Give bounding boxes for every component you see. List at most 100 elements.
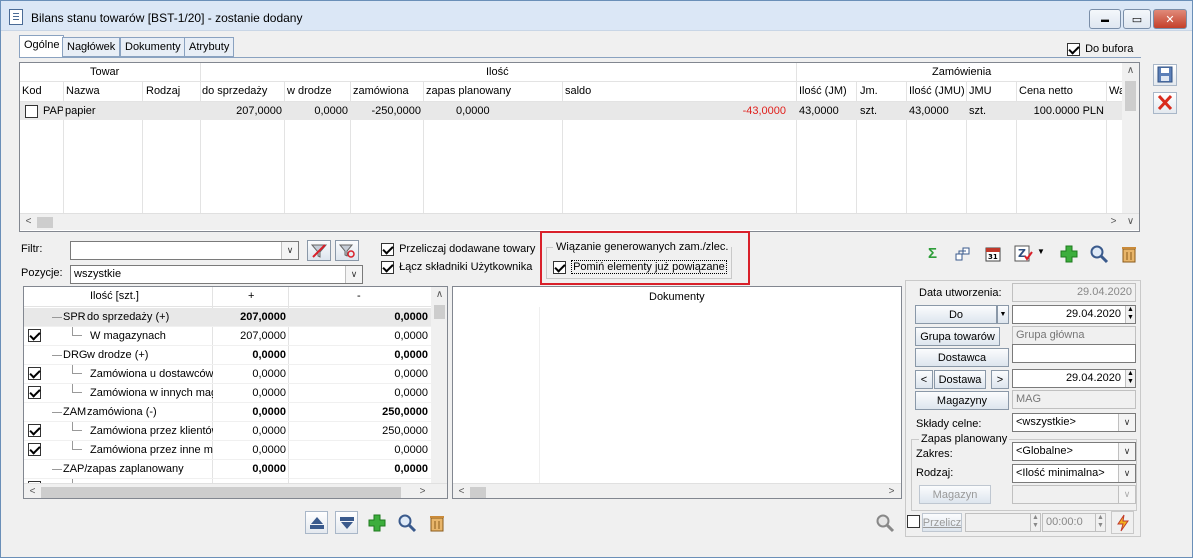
clear-filter-button[interactable]	[307, 240, 331, 261]
add-document-button[interactable]	[365, 511, 388, 534]
scroll-left-icon[interactable]: <	[453, 486, 470, 497]
column-header-ilosc-jm[interactable]: Ilość (JM)	[799, 85, 847, 97]
dostawca-field[interactable]	[1012, 344, 1136, 363]
do-bufora-checkbox[interactable]: Do bufora	[1067, 43, 1133, 56]
tree-row[interactable]: Zamówiona w innych maga 0,0000 0,0000	[24, 384, 431, 403]
chevron-down-icon[interactable]: ∨	[281, 242, 298, 259]
lacz-check[interactable]	[381, 261, 394, 274]
tree-row-checkbox[interactable]	[28, 386, 41, 399]
do-bufora-check[interactable]	[1067, 43, 1080, 56]
delete-document-button[interactable]	[425, 511, 448, 534]
dostawca-button[interactable]: Dostawca	[915, 348, 1009, 367]
column-header-zamowiona[interactable]: zamówiona	[353, 85, 409, 97]
do-dropdown-icon[interactable]: ▼	[997, 305, 1009, 324]
items-grid[interactable]: Towar Ilość Zamówienia Kod Nazwa Rodzaj …	[19, 62, 1140, 232]
tree-row-checkbox[interactable]	[28, 329, 41, 342]
generate-order-button[interactable]: Z	[1011, 242, 1034, 265]
column-header-jmu[interactable]: JMU	[969, 85, 992, 97]
tree-row[interactable]: Zamówiona przez inne mag 0,0000 0,0000	[24, 441, 431, 460]
przeliczaj-checkbox[interactable]: Przeliczaj dodawane towary	[381, 243, 535, 256]
column-header-ilosc-jmu[interactable]: Ilość (JMU)	[909, 85, 965, 97]
chevron-down-icon[interactable]: ∨	[1118, 414, 1135, 431]
move-down-button[interactable]	[335, 511, 358, 534]
documents-search-button[interactable]	[873, 511, 896, 534]
lacz-checkbox[interactable]: Łącz składniki Użytkownika	[381, 261, 532, 274]
dostawa-next-button[interactable]: >	[991, 370, 1009, 389]
scroll-left-icon[interactable]: <	[20, 216, 37, 227]
sklady-celne-select[interactable]: <wszystkie> ∨	[1012, 413, 1136, 432]
scroll-up-icon[interactable]: ∧	[1122, 65, 1139, 76]
column-header-w-drodze[interactable]: w drodze	[287, 85, 332, 97]
grid-horizontal-scrollbar[interactable]: < > ∨	[20, 213, 1139, 230]
row-select-checkbox[interactable]	[25, 105, 38, 118]
column-header-zapas-planowany[interactable]: zapas planowany	[426, 85, 511, 97]
preview-document-button[interactable]	[395, 511, 418, 534]
scroll-thumb[interactable]	[41, 487, 401, 498]
przelicz-button[interactable]: Przelicz	[922, 513, 962, 532]
dostawa-date-field[interactable]: 29.04.2020 ▲ ▼	[1012, 369, 1136, 388]
column-header-kod[interactable]: Kod	[22, 85, 42, 97]
column-header-nazwa[interactable]: Nazwa	[66, 85, 100, 97]
pozycje-select[interactable]: wszystkie ∨	[70, 265, 363, 284]
tree-row[interactable]: ZAM zamówiona (-) 0,0000 250,0000	[24, 403, 431, 422]
documents-horizontal-scrollbar[interactable]: < >	[453, 483, 901, 498]
scroll-right-icon[interactable]: >	[414, 486, 431, 497]
column-header-jm[interactable]: Jm.	[860, 85, 878, 97]
recalculate-button[interactable]	[1111, 511, 1134, 534]
chevron-down-icon[interactable]: ∨	[345, 266, 362, 283]
tab-ogolne[interactable]: Ogólne	[19, 35, 65, 58]
close-button[interactable]: ✕	[1153, 9, 1187, 29]
move-up-button[interactable]	[305, 511, 328, 534]
tree-row-checkbox[interactable]	[28, 367, 41, 380]
scroll-right-icon[interactable]: >	[1105, 216, 1122, 227]
maximize-button[interactable]: ▭	[1123, 9, 1151, 29]
column-header-rodzaj[interactable]: Rodzaj	[146, 85, 180, 97]
scroll-thumb[interactable]	[37, 217, 53, 228]
balance-tree-grid[interactable]: Ilość [szt.] + - SPR do sprzedaży (+) 207,…	[23, 286, 448, 499]
scroll-up-icon[interactable]: ∧	[431, 289, 447, 300]
scroll-thumb[interactable]	[1125, 81, 1136, 111]
scroll-left-icon[interactable]: <	[24, 486, 41, 497]
przelicz-check[interactable]	[907, 515, 920, 528]
dostawa-prev-button[interactable]: <	[915, 370, 933, 389]
calendar-button[interactable]: 31	[981, 242, 1004, 265]
przelicz-checkbox[interactable]	[907, 515, 920, 528]
tree-row[interactable]: Zamówiona u dostawców (0,0000 0,0000	[24, 365, 431, 384]
rodzaj-select[interactable]: <Ilość minimalna> ∨	[1012, 464, 1136, 483]
delete-button[interactable]	[1117, 242, 1140, 265]
tab-naglowek[interactable]: Nagłówek	[62, 37, 121, 57]
chevron-down-icon[interactable]: ∨	[1118, 443, 1135, 460]
column-header-cena-netto[interactable]: Cena netto	[1019, 85, 1073, 97]
filter-settings-button[interactable]	[335, 240, 359, 261]
add-button[interactable]	[1057, 242, 1080, 265]
scroll-thumb[interactable]	[434, 305, 445, 319]
scroll-right-icon[interactable]: >	[883, 486, 900, 497]
tree-row[interactable]: W magazynach 207,0000 0,0000	[24, 327, 431, 346]
cancel-button[interactable]	[1153, 92, 1177, 114]
tree-row-checkbox[interactable]	[28, 424, 41, 437]
sum-button[interactable]: Σ	[921, 242, 944, 265]
structure-button[interactable]	[951, 242, 974, 265]
scroll-down-icon[interactable]: ∨	[1122, 216, 1139, 227]
tree-row-checkbox[interactable]	[28, 443, 41, 456]
spinner-icon[interactable]: ▲ ▼	[1125, 306, 1135, 323]
tree-row[interactable]: DRG w drodze (+) 0,0000 0,0000	[24, 346, 431, 365]
minimize-button[interactable]: ▬	[1089, 9, 1121, 29]
do-button[interactable]: Do	[915, 305, 997, 324]
scroll-thumb[interactable]	[470, 487, 486, 498]
magazyny-button[interactable]: Magazyny	[915, 391, 1009, 410]
generate-order-dropdown-icon[interactable]: ▼	[1037, 247, 1045, 256]
przeliczaj-check[interactable]	[381, 243, 394, 256]
documents-panel[interactable]: Dokumenty < >	[452, 286, 902, 499]
tab-atrybuty[interactable]: Atrybuty	[184, 37, 235, 57]
dostawa-button[interactable]: Dostawa	[934, 370, 986, 389]
tree-row[interactable]: ZAP/zapas zaplanowany 0,0000 0,0000	[24, 460, 431, 479]
grid-vertical-scrollbar[interactable]: ∧	[1122, 63, 1139, 213]
tree-row[interactable]: Zamówiona przez klientów 0,0000 250,0000	[24, 422, 431, 441]
search-button[interactable]	[1087, 242, 1110, 265]
tab-dokumenty[interactable]: Dokumenty	[120, 37, 186, 57]
tree-row[interactable]: SPR do sprzedaży (+) 207,0000 0,0000	[24, 308, 431, 327]
tree-vertical-scrollbar[interactable]: ∧	[431, 287, 447, 483]
filtr-input[interactable]: ∨	[70, 241, 299, 260]
column-header-do-sprzedazy[interactable]: do sprzedaży	[202, 85, 267, 97]
